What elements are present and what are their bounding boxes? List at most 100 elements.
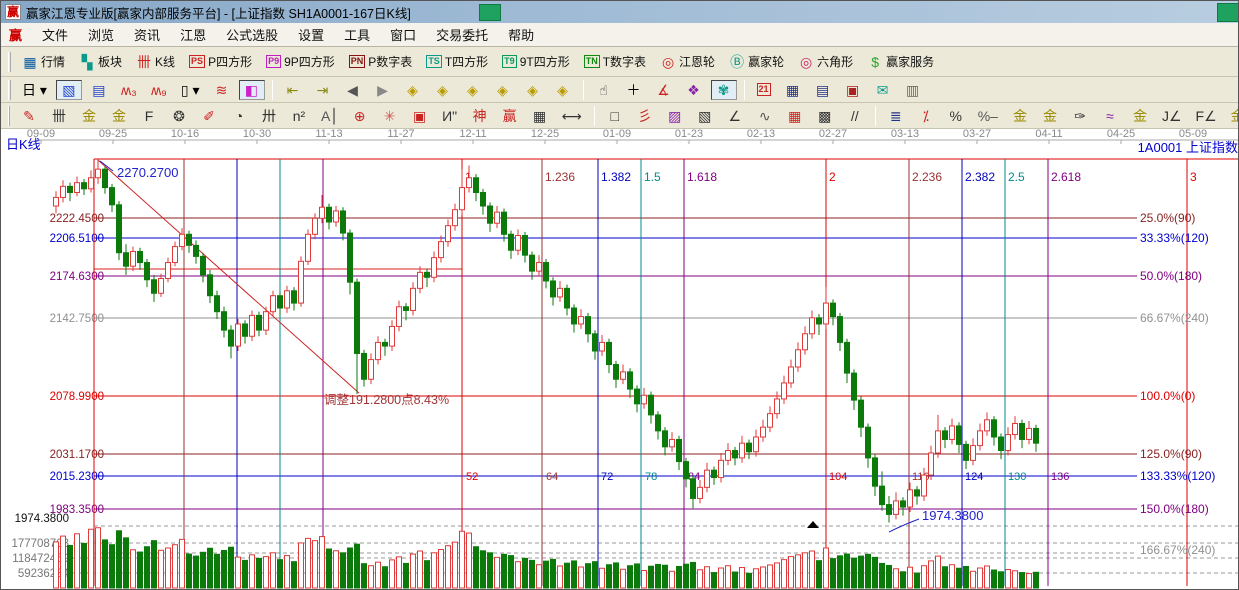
percent-line-tool[interactable]: %– — [973, 106, 1003, 126]
circle-cross-tool[interactable]: ⊕ — [347, 106, 373, 126]
menu-item-5[interactable]: 公式选股 — [216, 23, 288, 46]
menu-item-9[interactable]: 交易委托 — [426, 23, 498, 46]
comb2-tool[interactable]: 卅 — [256, 106, 282, 126]
nav-next-button[interactable]: ▶ — [370, 80, 396, 100]
save-tool[interactable]: ▣ — [840, 80, 866, 100]
menu-item-2[interactable]: 浏览 — [78, 23, 124, 46]
comb-lines-tool[interactable]: 卌 — [46, 106, 72, 126]
sector-button-label: 板块 — [98, 53, 122, 70]
kline-chart[interactable]: 日K线1A0001 上证指数09-0909-2510-1610-3011-131… — [1, 129, 1239, 590]
volume-bar — [334, 551, 339, 588]
calculator-tool-icon: ▦ — [785, 82, 801, 98]
k-quote-tool[interactable]: И" — [437, 106, 463, 126]
gold-circle-tool[interactable]: 金 — [1007, 106, 1033, 126]
flower-tool[interactable]: ✳ — [377, 106, 403, 126]
sector-button[interactable]: ▚板块 — [74, 51, 127, 72]
zoom-right-button[interactable]: ◈ — [430, 80, 456, 100]
pencil-tool[interactable]: ✎ — [16, 106, 42, 126]
chart-region[interactable]: 日K线1A0001 上证指数09-0909-2510-1610-3011-131… — [1, 129, 1239, 590]
p-table-button[interactable]: PNP数字表 — [344, 51, 418, 72]
pattern-tool[interactable]: ▧ — [56, 80, 82, 100]
gold-comb-tool[interactable]: 金 — [76, 106, 102, 126]
quote-button[interactable]: ▦行情 — [17, 51, 70, 72]
nav-first-button[interactable]: ⇤ — [280, 80, 306, 100]
zoom-out-button[interactable]: ◈ — [550, 80, 576, 100]
gold-underline-tool[interactable]: 金 — [1127, 106, 1153, 126]
menu-item-7[interactable]: 工具 — [334, 23, 380, 46]
calculator-tool[interactable]: ▦ — [780, 80, 806, 100]
brain-tool[interactable]: ✾ — [711, 80, 737, 100]
period-day-dropdown[interactable]: 日 ▾ — [17, 80, 52, 100]
shen-tool[interactable]: 神 — [467, 106, 493, 126]
notes-tool[interactable]: ▤ — [810, 80, 836, 100]
menu-item-6[interactable]: 设置 — [288, 23, 334, 46]
span-arrow-tool[interactable]: ⟷ — [557, 106, 587, 126]
candle-body — [880, 486, 885, 504]
angles-tool[interactable]: ∠ — [722, 106, 748, 126]
candle-style-dropdown[interactable]: ▯ ▾ — [176, 80, 205, 100]
nav-prev-button[interactable]: ◀ — [340, 80, 366, 100]
percent7-tool[interactable]: ⁒ — [913, 106, 939, 126]
gann-wheel-button[interactable]: ◎江恩轮 — [655, 51, 720, 72]
fractal-tool[interactable]: ≋ — [209, 80, 235, 100]
scale-list-tool[interactable]: ≣ — [883, 106, 909, 126]
nav-last-button[interactable]: ⇥ — [310, 80, 336, 100]
kline-button[interactable]: 卌K线 — [131, 51, 180, 72]
fan-square-tool[interactable]: ▧ — [692, 106, 718, 126]
j-angle-tool[interactable]: J∠ — [1157, 106, 1187, 126]
n-square-tool[interactable]: n² — [286, 106, 312, 126]
airbrush-tool[interactable]: ✑ — [1067, 106, 1093, 126]
hexagon-button[interactable]: ◎六角形 — [793, 51, 858, 72]
seal-tool[interactable]: ❖ — [681, 80, 707, 100]
gold-angle-tool[interactable]: 金∠ — [1226, 106, 1239, 126]
zoom-v-button[interactable]: ◈ — [490, 80, 516, 100]
9t-square-button[interactable]: T99T四方形 — [497, 51, 575, 72]
9p-square-button[interactable]: P99P四方形 — [261, 51, 340, 72]
winner-wheel-button[interactable]: Ⓑ赢家轮 — [724, 51, 789, 72]
gann-box-tool[interactable]: □ — [602, 106, 628, 126]
grid-dark-tool[interactable]: ▩ — [812, 106, 838, 126]
menu-item-1[interactable]: 文件 — [32, 23, 78, 46]
mail-tool[interactable]: ✉ — [870, 80, 896, 100]
report-tool[interactable]: ▤ — [86, 80, 112, 100]
grid123-tool[interactable]: ▦ — [527, 106, 553, 126]
percent-tool[interactable]: % — [943, 106, 969, 126]
f-lines-tool[interactable]: F — [136, 106, 162, 126]
gold-comb2-tool[interactable]: 金 — [106, 106, 132, 126]
ying-tool[interactable]: 赢 — [497, 106, 523, 126]
wave9-tool[interactable]: ʍ₉ — [146, 80, 172, 100]
f-angle-tool[interactable]: F∠ — [1191, 106, 1222, 126]
zoom-in-button[interactable]: ◈ — [520, 80, 546, 100]
calendar-tool-icon: 21 — [757, 83, 771, 96]
a-channel-tool[interactable]: A⎮ — [316, 106, 343, 126]
p-square-button[interactable]: PSP四方形 — [184, 51, 257, 72]
calendar-tool[interactable]: 21 — [752, 81, 776, 98]
menu-item-8[interactable]: 窗口 — [380, 23, 426, 46]
crosshair-tool[interactable]: ＋ — [621, 80, 647, 100]
t-square-button[interactable]: TST四方形 — [421, 51, 493, 72]
grid-red-tool[interactable]: ▦ — [782, 106, 808, 126]
clock-circle-tool[interactable]: ◔ — [226, 106, 252, 126]
hand-tool[interactable]: ☝ — [591, 80, 617, 100]
winner-service-button[interactable]: $赢家服务 — [862, 51, 939, 72]
grid-circle-tool[interactable]: ▣ — [407, 106, 433, 126]
zigzag-tool[interactable]: ∿ — [752, 106, 778, 126]
histogram-tool[interactable]: ◧ — [239, 80, 265, 100]
angle-measure-tool[interactable]: ∡ — [651, 80, 677, 100]
zoom-h-button[interactable]: ◈ — [460, 80, 486, 100]
menu-item-10[interactable]: 帮助 — [498, 23, 544, 46]
title-bar[interactable]: 赢 赢家江恩专业版[赢家内部服务平台] - [上证指数 SH1A0001-167… — [1, 1, 1239, 23]
menu-item-4[interactable]: 江恩 — [170, 23, 216, 46]
fan-lines-tool[interactable]: 彡 — [632, 106, 658, 126]
wave3-tool[interactable]: ʍ₃ — [116, 80, 142, 100]
pencil2-tool[interactable]: ✐ — [196, 106, 222, 126]
t-table-button[interactable]: TNT数字表 — [579, 51, 651, 72]
parallel-tool[interactable]: // — [842, 106, 868, 126]
zoom-left-button[interactable]: ◈ — [400, 80, 426, 100]
menu-item-3[interactable]: 资讯 — [124, 23, 170, 46]
fan-box-tool[interactable]: ▨ — [662, 106, 688, 126]
spiral5-tool[interactable]: ❂ — [166, 106, 192, 126]
print-tool[interactable]: ▥ — [900, 80, 926, 100]
gold-lines-tool[interactable]: 金 — [1037, 106, 1063, 126]
wave-a-tool[interactable]: ≈ — [1097, 106, 1123, 126]
